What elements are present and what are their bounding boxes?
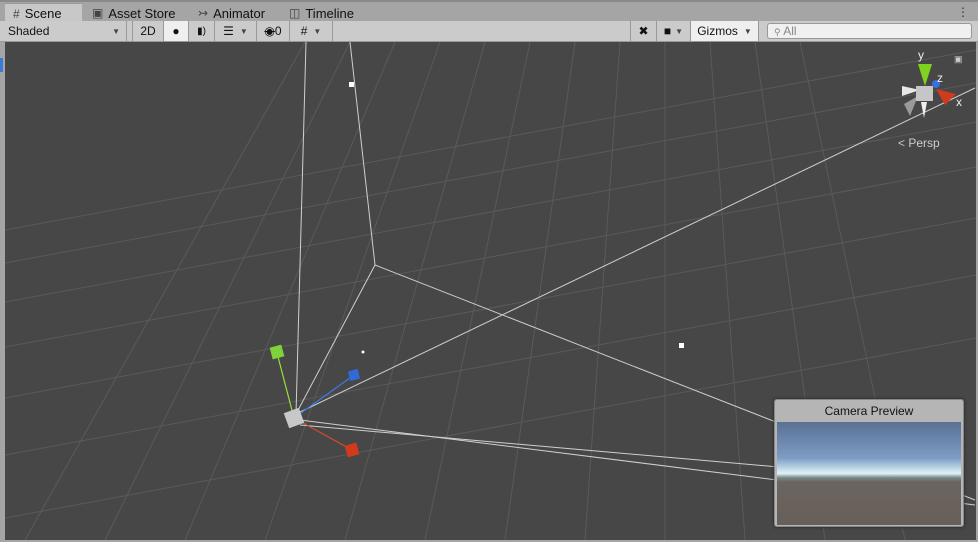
- camera-preview-title: Camera Preview: [824, 404, 914, 418]
- z-scale-cube[interactable]: [347, 368, 361, 382]
- projection-label: Persp: [908, 136, 940, 150]
- x-axis-cone[interactable]: [936, 89, 956, 105]
- neg-z-cone[interactable]: [904, 96, 918, 116]
- center-cube[interactable]: [916, 86, 933, 101]
- x-axis-label: x: [956, 95, 962, 109]
- persp-icon: <: [898, 136, 906, 150]
- projection-toggle[interactable]: < Persp: [898, 136, 940, 150]
- camera-preview-image: [777, 422, 961, 525]
- y-axis-cone[interactable]: [918, 64, 932, 86]
- light-point: [361, 350, 365, 354]
- z-axis-handle[interactable]: [293, 374, 355, 419]
- lock-icon[interactable]: ▣: [954, 54, 963, 64]
- y-axis-handle[interactable]: [276, 352, 295, 419]
- y-axis-label: y: [918, 48, 924, 62]
- neg-y-cone[interactable]: [921, 102, 927, 118]
- transform-gizmo[interactable]: [269, 344, 361, 458]
- camera-preview-panel: Camera Preview: [774, 399, 964, 527]
- z-axis-label: z: [937, 71, 943, 85]
- frustum-handle[interactable]: [349, 82, 354, 87]
- frustum-handle[interactable]: [679, 343, 684, 348]
- y-scale-cube[interactable]: [269, 344, 285, 360]
- x-scale-cube[interactable]: [344, 442, 360, 458]
